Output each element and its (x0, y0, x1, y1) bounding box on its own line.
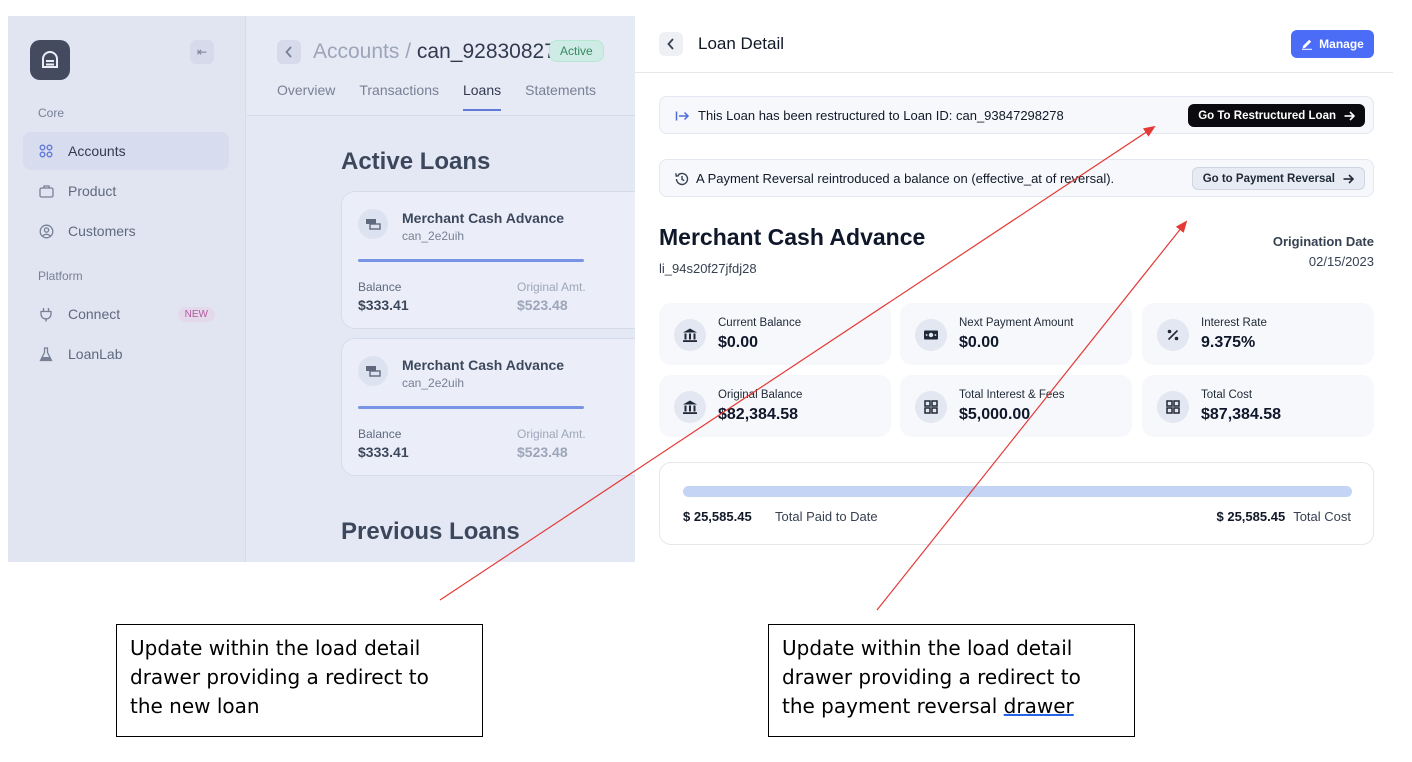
stat-value: 9.375% (1201, 334, 1256, 351)
pencil-icon (1302, 39, 1313, 50)
total-cost-summary: $ 25,585.45 Total Cost (1217, 509, 1352, 524)
annotation-note-payment-reversal: Update within the load detail drawer pro… (768, 624, 1135, 737)
chevron-left-icon (667, 38, 674, 50)
stat-label: Total Cost (1201, 389, 1253, 401)
arrow-right-to-icon (674, 108, 690, 124)
percent-icon (1157, 319, 1189, 351)
annotation-underlined-word: drawer (1003, 694, 1074, 718)
cash-icon (915, 319, 947, 351)
manage-label: Manage (1319, 37, 1364, 51)
go-to-restructured-loan-button[interactable]: Go To Restructured Loan (1188, 104, 1365, 127)
stat-value: $0.00 (959, 334, 1000, 351)
screenshot-stage: ⇤ Core Accounts Product Customers Platfo… (0, 0, 1412, 762)
drawer-backdrop[interactable] (8, 16, 635, 562)
origination-date-value: 02/15/2023 (1308, 254, 1374, 269)
annotation-line: the payment reversal drawer (782, 692, 1121, 721)
drawer-back-button[interactable] (659, 32, 683, 56)
restructured-banner-text: This Loan has been restructured to Loan … (698, 108, 1064, 123)
payment-progress-track (683, 486, 1352, 497)
stat-original-balance: Original Balance $82,384.58 (659, 375, 891, 437)
stat-total-cost: Total Cost $87,384.58 (1142, 375, 1374, 437)
payment-reversal-button-label: Go to Payment Reversal (1202, 172, 1335, 185)
origination-date-label: Origination Date (1272, 234, 1374, 249)
bank-icon (674, 319, 706, 351)
loan-name: Merchant Cash Advance (659, 224, 926, 250)
annotation-line: drawer providing a redirect to (782, 665, 1081, 689)
payment-progress-fill (683, 486, 1352, 497)
annotation-line: Update within the load detail (782, 636, 1073, 660)
manage-button[interactable]: Manage (1291, 30, 1374, 58)
accounts-app: ⇤ Core Accounts Product Customers Platfo… (8, 16, 635, 562)
grid-icon (1157, 391, 1189, 423)
payment-progress-card: $ 25,585.45 Total Paid to Date $ 25,585.… (659, 462, 1374, 545)
annotation-line: the new loan (130, 694, 260, 718)
stat-label: Interest Rate (1201, 317, 1267, 329)
stat-label: Total Interest & Fees (959, 389, 1065, 401)
restructured-loan-banner: This Loan has been restructured to Loan … (659, 96, 1374, 134)
annotation-line-text: the payment reversal (782, 694, 1004, 718)
total-paid-label: Total Paid to Date (775, 509, 878, 524)
grid-icon (915, 391, 947, 423)
stat-label: Original Balance (718, 389, 803, 401)
stat-label: Next Payment Amount (959, 317, 1074, 329)
payment-reversal-banner-text: A Payment Reversal reintroduced a balanc… (696, 171, 1115, 186)
total-cost-value: $ 25,585.45 (1216, 509, 1286, 524)
history-icon (674, 171, 690, 187)
arrow-right-icon (1344, 110, 1355, 121)
stat-current-balance: Current Balance $0.00 (659, 303, 891, 365)
total-paid-value: $ 25,585.45 (683, 509, 752, 524)
stat-next-payment-amount: Next Payment Amount $0.00 (900, 303, 1132, 365)
arrow-right-icon (1343, 173, 1354, 184)
stat-interest-rate: Interest Rate 9.375% (1142, 303, 1374, 365)
stat-value: $82,384.58 (718, 406, 799, 423)
total-cost-label: Total Cost (1293, 509, 1351, 524)
stat-total-interest-fees: Total Interest & Fees $5,000.00 (900, 375, 1132, 437)
drawer-title: Loan Detail (698, 34, 785, 53)
drawer-header: Loan Detail Manage (635, 16, 1393, 73)
annotation-line: Update within the load detail (130, 636, 421, 660)
stat-value: $87,384.58 (1201, 406, 1282, 423)
loan-id: li_94s20f27jfdj28 (659, 261, 757, 276)
bank-icon (674, 391, 706, 423)
stat-label: Current Balance (718, 317, 802, 329)
stat-value: $5,000.00 (959, 406, 1031, 423)
loan-detail-drawer: Loan Detail Manage This Loan has been re… (635, 16, 1393, 562)
stat-value: $0.00 (718, 334, 759, 351)
payment-reversal-banner: A Payment Reversal reintroduced a balanc… (659, 159, 1374, 197)
restructured-button-label: Go To Restructured Loan (1198, 109, 1336, 122)
go-to-payment-reversal-button[interactable]: Go to Payment Reversal (1191, 167, 1365, 190)
annotation-note-new-loan: Update within the load detail drawer pro… (116, 624, 483, 737)
annotation-line: drawer providing a redirect to (130, 665, 429, 689)
